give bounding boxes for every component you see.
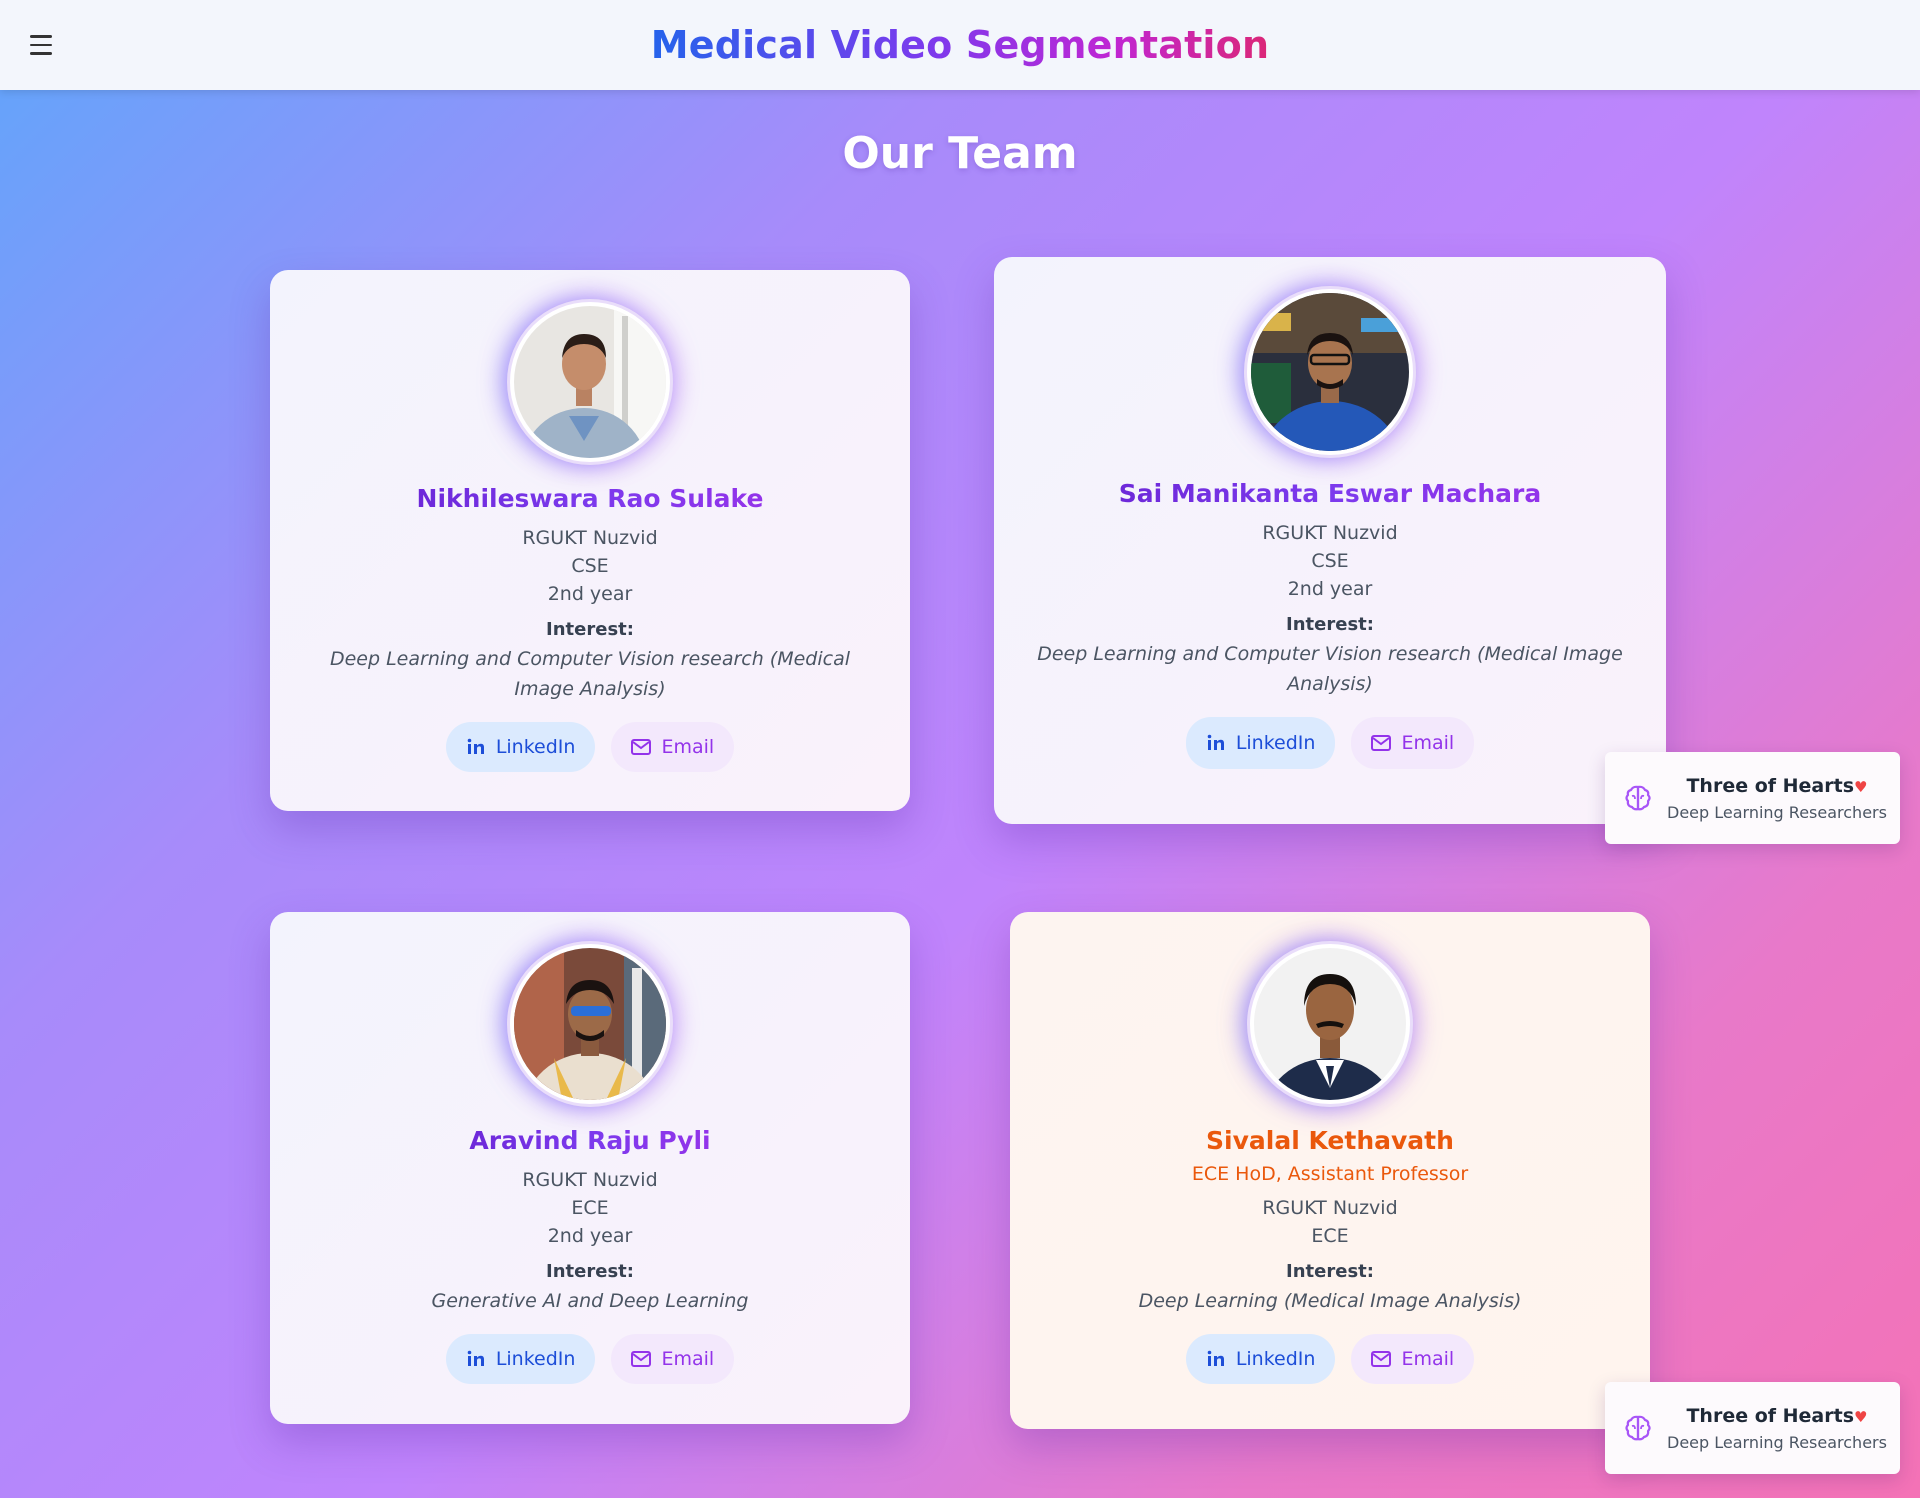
member-college: RGUKT Nuzvid bbox=[1262, 1197, 1398, 1219]
email-button[interactable]: Email bbox=[611, 722, 735, 772]
team-member-card: Sai Manikanta Eswar Machara RGUKT Nuzvid… bbox=[994, 257, 1666, 824]
member-interest: Deep Learning and Computer Vision resear… bbox=[1037, 643, 1623, 695]
email-label: Email bbox=[661, 736, 715, 758]
linkedin-button[interactable]: LinkedIn bbox=[1185, 717, 1336, 769]
avatar bbox=[510, 302, 670, 462]
email-button[interactable]: Email bbox=[1351, 1334, 1475, 1384]
interest-label: Interest: bbox=[1286, 614, 1374, 635]
member-interest: Generative AI and Deep Learning bbox=[431, 1290, 749, 1312]
member-year: 2nd year bbox=[547, 1225, 633, 1247]
member-year: 2nd year bbox=[1287, 578, 1373, 600]
member-name: Nikhileswara Rao Sulake bbox=[416, 484, 764, 513]
member-name: Aravind Raju Pyli bbox=[469, 1126, 711, 1155]
member-role: ECE HoD, Assistant Professor bbox=[1191, 1163, 1469, 1185]
avatar bbox=[510, 944, 670, 1104]
linkedin-button[interactable]: LinkedIn bbox=[445, 722, 596, 772]
member-interest: Deep Learning and Computer Vision resear… bbox=[329, 648, 850, 700]
team-toast: Three of Hearts♥ Deep Learning Researche… bbox=[1605, 752, 1900, 844]
member-branch: ECE bbox=[1311, 1225, 1349, 1247]
avatar bbox=[1250, 944, 1410, 1104]
member-college: RGUKT Nuzvid bbox=[522, 1169, 658, 1191]
member-branch: CSE bbox=[1311, 550, 1349, 572]
team-member-card: Aravind Raju Pyli RGUKT Nuzvid ECE 2nd y… bbox=[270, 912, 910, 1424]
top-app-bar: Medical Video Segmentation bbox=[0, 0, 1920, 90]
member-interest: Deep Learning (Medical Image Analysis) bbox=[1138, 1290, 1522, 1312]
mail-icon bbox=[1371, 735, 1392, 751]
linkedin-icon bbox=[1207, 1350, 1224, 1366]
app-title: Medical Video Segmentation bbox=[650, 23, 1270, 67]
brain-icon bbox=[1625, 785, 1651, 811]
team-member-card: Nikhileswara Rao Sulake RGUKT Nuzvid CSE… bbox=[270, 270, 910, 811]
linkedin-label: LinkedIn bbox=[495, 1348, 576, 1370]
linkedin-icon bbox=[1207, 734, 1224, 750]
mail-icon bbox=[1371, 1351, 1392, 1367]
toast-subtitle: Deep Learning Researchers bbox=[1667, 1432, 1887, 1452]
mail-icon bbox=[631, 739, 652, 755]
member-branch: CSE bbox=[571, 555, 609, 577]
toast-title: Three of Hearts♥ bbox=[1686, 1404, 1868, 1427]
email-button[interactable]: Email bbox=[1351, 717, 1475, 769]
toast-subtitle: Deep Learning Researchers bbox=[1667, 802, 1887, 822]
mentor-card: Sivalal Kethavath ECE HoD, Assistant Pro… bbox=[1010, 912, 1650, 1429]
interest-label: Interest: bbox=[546, 619, 634, 640]
member-year: 2nd year bbox=[547, 583, 633, 605]
member-name: Sivalal Kethavath bbox=[1206, 1126, 1454, 1155]
interest-label: Interest: bbox=[546, 1261, 634, 1282]
interest-label: Interest: bbox=[1286, 1261, 1374, 1282]
linkedin-label: LinkedIn bbox=[495, 736, 576, 758]
member-college: RGUKT Nuzvid bbox=[522, 527, 658, 549]
linkedin-label: LinkedIn bbox=[1235, 732, 1316, 754]
mail-icon bbox=[631, 1351, 652, 1367]
email-button[interactable]: Email bbox=[611, 1334, 735, 1384]
brain-icon bbox=[1625, 1415, 1651, 1441]
linkedin-icon bbox=[467, 738, 484, 754]
member-branch: ECE bbox=[571, 1197, 609, 1219]
linkedin-icon bbox=[467, 1350, 484, 1366]
linkedin-label: LinkedIn bbox=[1235, 1348, 1316, 1370]
email-label: Email bbox=[661, 1348, 715, 1370]
hamburger-menu-icon[interactable] bbox=[30, 30, 60, 60]
member-college: RGUKT Nuzvid bbox=[1262, 522, 1398, 544]
avatar bbox=[1247, 289, 1413, 455]
linkedin-button[interactable]: LinkedIn bbox=[1185, 1334, 1336, 1384]
toast-title: Three of Hearts♥ bbox=[1686, 774, 1868, 797]
email-label: Email bbox=[1401, 1348, 1455, 1370]
member-name: Sai Manikanta Eswar Machara bbox=[1118, 479, 1542, 508]
team-toast: Three of Hearts♥ Deep Learning Researche… bbox=[1605, 1382, 1900, 1474]
email-label: Email bbox=[1401, 732, 1455, 754]
linkedin-button[interactable]: LinkedIn bbox=[445, 1334, 596, 1384]
page-title: Our Team bbox=[842, 128, 1078, 179]
